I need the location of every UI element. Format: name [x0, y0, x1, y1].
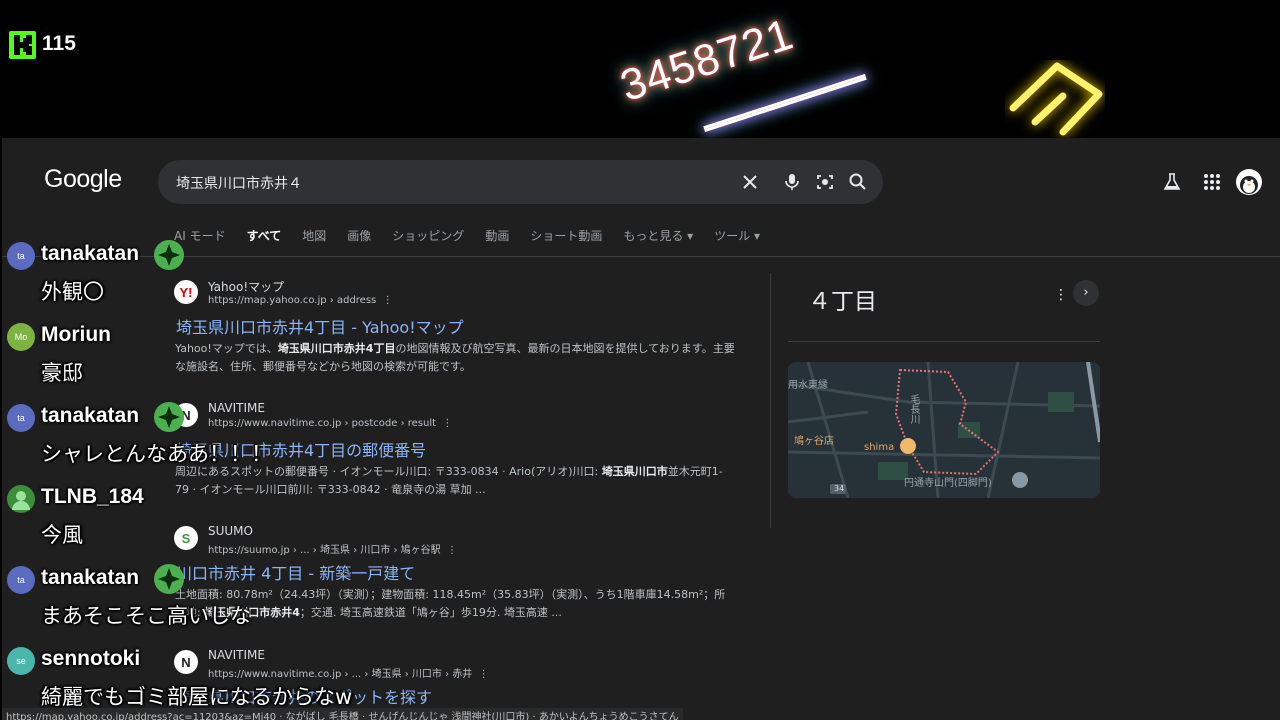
status-bar-url: https://map.yahoo.co.jp/address?ac=11203…: [2, 708, 683, 720]
tab-more[interactable]: もっと見る ▾: [623, 227, 693, 244]
viewer-count: 115: [42, 32, 76, 55]
result-title-link[interactable]: 埼玉県川口市赤井4丁目の郵便番号: [176, 437, 426, 461]
knowledge-panel-map[interactable]: 用水東縁 毛長川 鳩ヶ谷店 shima 円通寺山門(四脚門) 34: [788, 362, 1100, 498]
tab-short-videos[interactable]: ショート動画: [530, 227, 602, 244]
result-site-name[interactable]: SUUMO: [208, 524, 253, 538]
result-url[interactable]: https://www.navitime.co.jp › ... › 埼玉県 ›…: [208, 665, 489, 680]
chevron-right-icon[interactable]: ›: [1073, 280, 1099, 306]
result-url[interactable]: https://suumo.jp › ... › 埼玉県 › 川口市 › 鳩ヶ谷…: [208, 541, 457, 556]
tab-images[interactable]: 画像: [347, 227, 371, 244]
search-tabs: AI モード すべて 地図 画像 ショッピング 動画 ショート動画 もっと見る …: [174, 227, 781, 244]
account-avatar[interactable]: [1236, 169, 1262, 195]
neon-number-decoration: 3458721: [614, 9, 800, 112]
map-label-road: 34: [834, 484, 845, 493]
search-input[interactable]: 埼玉県川口市赤井４: [158, 160, 883, 204]
yahoo-favicon-icon: Y!: [174, 280, 198, 304]
tab-shopping[interactable]: ショッピング: [392, 227, 464, 244]
result-site-name[interactable]: Yahoo!マップ: [208, 278, 284, 295]
map-label-place3: 円通寺山門(四脚門): [904, 478, 992, 489]
knowledge-panel-title: ４丁目: [808, 289, 877, 315]
navitime-favicon-icon: N: [174, 650, 198, 674]
tab-maps[interactable]: 地図: [302, 227, 326, 244]
tab-ai-mode[interactable]: AI モード: [174, 227, 226, 244]
result-site-name[interactable]: NAVITIME: [208, 401, 265, 415]
result-url[interactable]: https://www.navitime.co.jp › postcode › …: [208, 418, 452, 429]
result-url[interactable]: https://map.yahoo.co.jp › address ⋮: [208, 295, 393, 306]
knowledge-panel-separator: [788, 341, 1100, 342]
result-snippet: Yahoo!マップでは、埼玉県川口市赤井4丁目の地図情報及び航空写真、最新の日本…: [175, 342, 735, 373]
tab-all[interactable]: すべて: [247, 227, 282, 244]
result-title-link[interactable]: 埼玉県川口市赤井のスポットを探す: [176, 684, 432, 708]
microphone-icon[interactable]: [782, 172, 802, 192]
tab-tools[interactable]: ツール ▾: [714, 227, 760, 244]
map-label-river: 毛長川: [908, 394, 919, 424]
apps-grid-icon[interactable]: [1202, 172, 1222, 192]
knowledge-panel-divider: [770, 273, 771, 528]
penguin-avatar-icon: [1240, 176, 1258, 194]
result-snippet: 土地面積: 80.78m²（24.43坪）（実測）；建物面積: 118.45m²…: [175, 588, 726, 619]
map-label-place1: 鳩ヶ谷店: [794, 436, 834, 447]
search-query-text[interactable]: 埼玉県川口市赤井４: [176, 173, 302, 193]
result-title-link[interactable]: 埼玉県川口市赤井4丁目 - Yahoo!マップ: [176, 314, 464, 338]
stream-top-bar: 115 3458721: [0, 0, 1280, 138]
tab-videos[interactable]: 動画: [485, 227, 509, 244]
map-label-place2: shima: [864, 442, 895, 453]
result-title-link[interactable]: 川口市赤井 4丁目 - 新築一戸建て: [176, 560, 415, 584]
more-options-icon[interactable]: ⋮: [1054, 287, 1068, 303]
search-result: N NAVITIME https://www.navitime.co.jp › …: [174, 401, 744, 501]
camera-lens-icon[interactable]: [815, 172, 835, 192]
kick-logo-icon: [9, 31, 36, 59]
navitime-favicon-icon: N: [174, 403, 198, 427]
search-result: S SUUMO https://suumo.jp › ... › 埼玉県 › 川…: [174, 524, 744, 624]
result-snippet: 周辺にあるスポットの郵便番号 · イオンモール川口: 〒333-0834 · A…: [175, 465, 723, 496]
neon-arrow-icon: [1009, 62, 1103, 136]
tabs-divider: [2, 256, 1280, 257]
suumo-favicon-icon: S: [174, 526, 198, 550]
map-label-route: 用水東縁: [788, 380, 828, 391]
result-site-name[interactable]: NAVITIME: [208, 648, 265, 662]
google-search-page: Google 埼玉県川口市赤井４ AI モード すべて 地図 画像 ショッピング…: [2, 138, 1280, 720]
search-result: Y! Yahoo!マップ https://map.yahoo.co.jp › a…: [174, 278, 744, 378]
google-logo[interactable]: Google: [44, 165, 122, 194]
close-icon[interactable]: [740, 172, 760, 192]
search-icon[interactable]: [848, 172, 868, 192]
neon-underline-decoration: [703, 73, 867, 133]
labs-flask-icon[interactable]: [1162, 172, 1182, 192]
